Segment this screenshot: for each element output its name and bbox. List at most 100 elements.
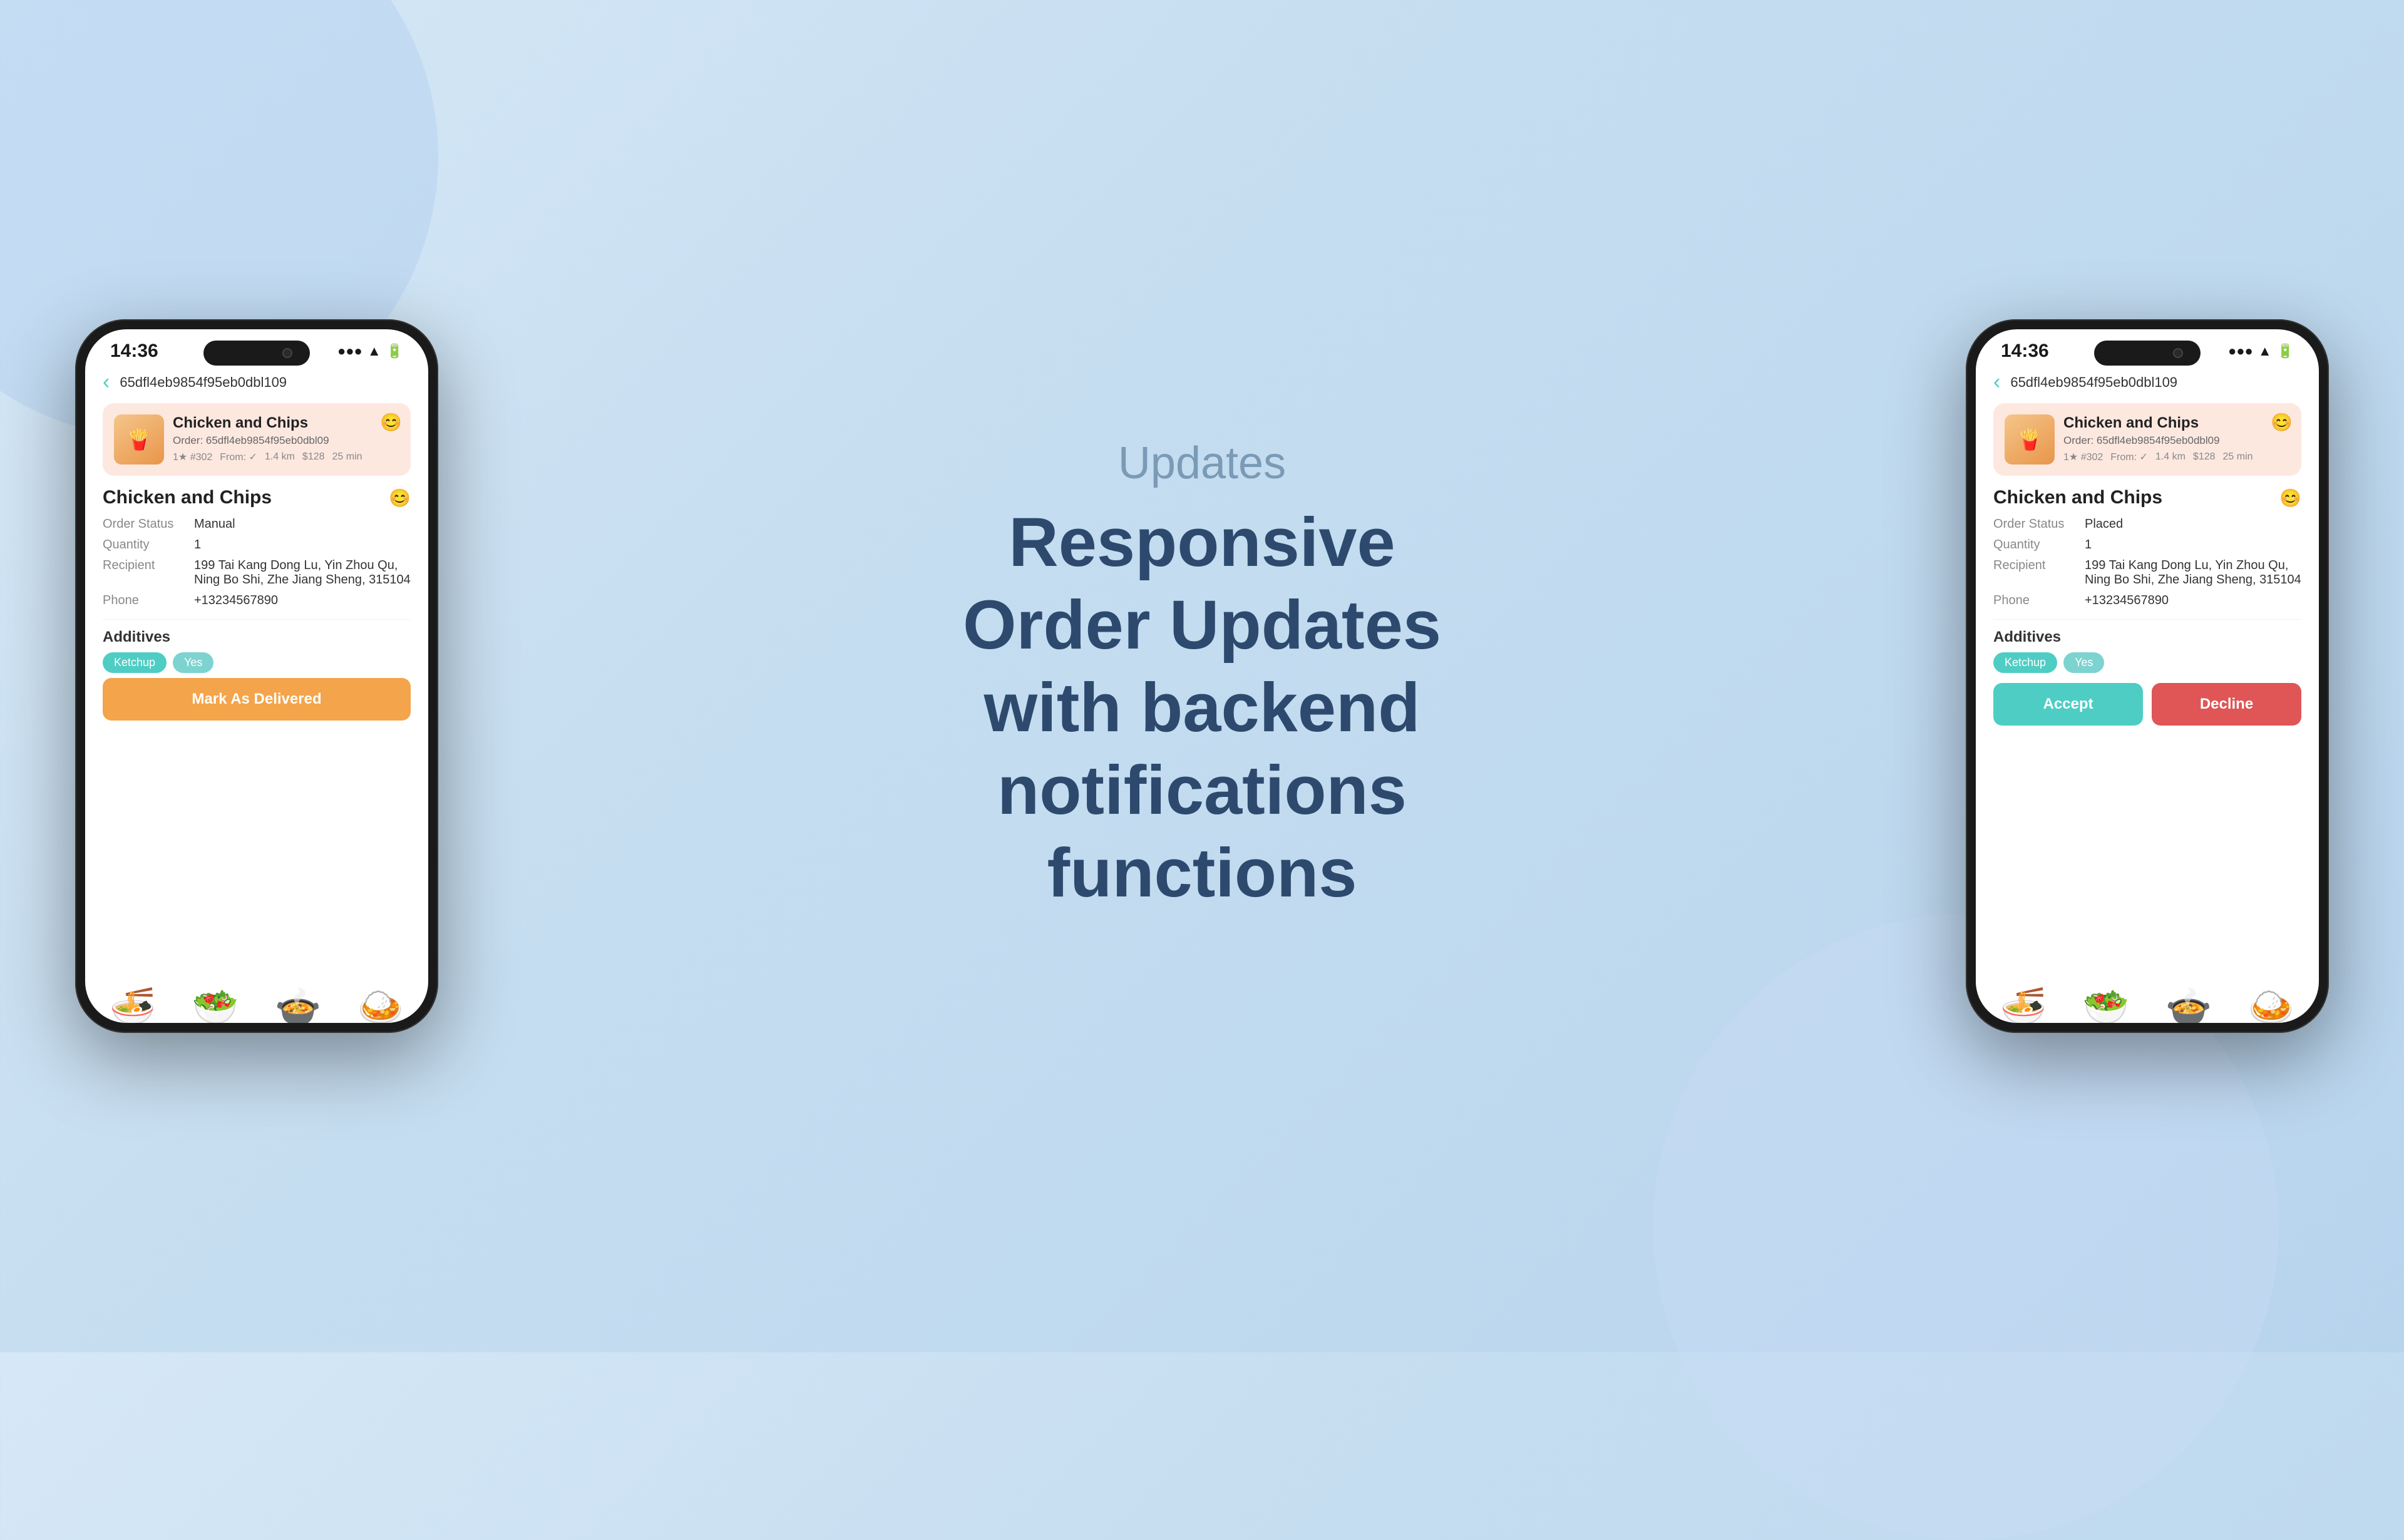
detail-row-status-right: Order Status Placed (1993, 517, 2301, 531)
decline-button[interactable]: Decline (2152, 683, 2301, 726)
tag-ketchup-right: Ketchup (1993, 652, 2057, 673)
food-decorations-left: 🍜 🥗 🍲 🍛 (85, 898, 428, 1023)
order-card-subtitle-right: Order: 65dfl4eb9854f95eb0dbl09 (2063, 434, 2290, 447)
food-thumbnail-left: 🍟 (114, 414, 164, 465)
detail-row-status-left: Order Status Manual (103, 517, 411, 531)
back-button-right[interactable]: ‹ (1993, 370, 2000, 394)
meta-rating-left: 1★ #302 (173, 451, 212, 463)
detail-avatar-left: 😊 (389, 488, 411, 508)
phone-right: 14:36 ●●● ▲ 🔋 ‹ 65dfl4eb9854f95eb0dbl109… (1966, 319, 2329, 1033)
order-card-title-left: Chicken and Chips (173, 414, 399, 432)
meta-from-left: From: ✓ (220, 451, 257, 463)
qty-value-right: 1 (2085, 538, 2301, 552)
status-value-right: Placed (2085, 517, 2301, 531)
dynamic-island-right (2094, 341, 2201, 366)
additives-tags-left: Ketchup Yes (103, 652, 411, 673)
app-content-right: ‹ 65dfl4eb9854f95eb0dbl109 🍟 Chicken and… (1976, 365, 2319, 726)
mark-delivered-button[interactable]: Mark As Delivered (103, 678, 411, 721)
order-card-left: 🍟 Chicken and Chips Order: 65dfl4eb9854f… (103, 403, 411, 476)
food-icon-3: 🍲 (275, 985, 322, 1023)
camera-dot-left (282, 348, 292, 358)
main-heading: Responsive Order Updates with backend no… (920, 501, 1484, 915)
detail-row-recipient-left: Recipient 199 Tai Kang Dong Lu, Yin Zhou… (103, 558, 411, 587)
iphone-screen-left: 14:36 ●●● ▲ 🔋 ‹ 65dfl4eb9854f95eb0dbl109… (85, 329, 428, 1023)
detail-title-left: Chicken and Chips 😊 (103, 487, 411, 508)
food-icon-r1: 🍜 (2000, 985, 2047, 1023)
status-icons-left: ●●● ▲ 🔋 (337, 343, 403, 359)
camera-dot-right (2173, 348, 2183, 358)
meta-distance-right: 1.4 km (2155, 451, 2186, 463)
phone-value-left: +13234567890 (194, 593, 411, 608)
status-label-left: Order Status (103, 517, 184, 531)
recipient-value-right: 199 Tai Kang Dong Lu, Yin Zhou Qu, Ning … (2085, 558, 2301, 587)
detail-row-recipient-right: Recipient 199 Tai Kang Dong Lu, Yin Zhou… (1993, 558, 2301, 587)
meta-distance-left: 1.4 km (265, 451, 295, 463)
tag-yes-right: Yes (2063, 652, 2104, 673)
food-icon-2: 🥗 (192, 985, 239, 1023)
food-decorations-right: 🍜 🥗 🍲 🍛 (1976, 898, 2319, 1023)
meta-price-right: $128 (2193, 451, 2216, 463)
detail-avatar-right: 😊 (2279, 488, 2301, 508)
detail-row-qty-right: Quantity 1 (1993, 538, 2301, 552)
app-content-left: ‹ 65dfl4eb9854f95eb0dbl109 🍟 Chicken and… (85, 365, 428, 721)
meta-from-right: From: ✓ (2110, 451, 2148, 463)
iphone-screen-right: 14:36 ●●● ▲ 🔋 ‹ 65dfl4eb9854f95eb0dbl109… (1976, 329, 2319, 1023)
additives-tags-right: Ketchup Yes (1993, 652, 2301, 673)
recipient-label-right: Recipient (1993, 558, 2075, 587)
order-card-info-right: Chicken and Chips Order: 65dfl4eb9854f95… (2063, 414, 2290, 463)
detail-row-qty-left: Quantity 1 (103, 538, 411, 552)
order-emoji-right: 😊 (2271, 412, 2293, 433)
additives-section-left: Additives Ketchup Yes (103, 629, 411, 673)
recipient-label-left: Recipient (103, 558, 184, 587)
meta-price-left: $128 (302, 451, 325, 463)
updates-label: Updates (920, 438, 1484, 489)
phone-label-right: Phone (1993, 593, 2075, 608)
food-thumbnail-right: 🍟 (2005, 414, 2055, 465)
status-value-left: Manual (194, 517, 411, 531)
dynamic-island-left (203, 341, 310, 366)
order-card-meta-right: 1★ #302 From: ✓ 1.4 km $128 25 min (2063, 451, 2290, 463)
phone-value-right: +13234567890 (2085, 593, 2301, 608)
additives-label-right: Additives (1993, 629, 2301, 646)
order-card-right: 🍟 Chicken and Chips Order: 65dfl4eb9854f… (1993, 403, 2301, 476)
phone-left: 14:36 ●●● ▲ 🔋 ‹ 65dfl4eb9854f95eb0dbl109… (75, 319, 438, 1033)
meta-time-left: 25 min (332, 451, 362, 463)
tag-yes-left: Yes (173, 652, 213, 673)
order-card-meta-left: 1★ #302 From: ✓ 1.4 km $128 25 min (173, 451, 399, 463)
food-icon-4: 🍛 (357, 985, 404, 1023)
qty-label-left: Quantity (103, 538, 184, 552)
order-card-title-right: Chicken and Chips (2063, 414, 2290, 432)
order-card-info-left: Chicken and Chips Order: 65dfl4eb9854f95… (173, 414, 399, 463)
iphone-frame-right: 14:36 ●●● ▲ 🔋 ‹ 65dfl4eb9854f95eb0dbl109… (1966, 319, 2329, 1033)
divider-right (1993, 619, 2301, 620)
status-icons-right: ●●● ▲ 🔋 (2228, 343, 2294, 359)
center-content: Updates Responsive Order Updates with ba… (920, 438, 1484, 915)
additives-section-right: Additives Ketchup Yes (1993, 629, 2301, 673)
back-button-left[interactable]: ‹ (103, 370, 110, 394)
detail-section-left: Chicken and Chips 😊 Order Status Manual … (103, 487, 411, 608)
qty-label-right: Quantity (1993, 538, 2075, 552)
phone-label-left: Phone (103, 593, 184, 608)
app-header-left: ‹ 65dfl4eb9854f95eb0dbl109 (103, 365, 411, 403)
status-label-right: Order Status (1993, 517, 2075, 531)
accept-button[interactable]: Accept (1993, 683, 2143, 726)
divider-left (103, 619, 411, 620)
additives-label-left: Additives (103, 629, 411, 646)
action-buttons-right: Accept Decline (1993, 678, 2301, 726)
time-right: 14:36 (2001, 341, 2049, 362)
order-card-subtitle-left: Order: 65dfl4eb9854f95eb0dbl09 (173, 434, 399, 447)
qty-value-left: 1 (194, 538, 411, 552)
order-id-right: 65dfl4eb9854f95eb0dbl109 (2010, 374, 2177, 391)
detail-section-right: Chicken and Chips 😊 Order Status Placed … (1993, 487, 2301, 608)
iphone-frame-left: 14:36 ●●● ▲ 🔋 ‹ 65dfl4eb9854f95eb0dbl109… (75, 319, 438, 1033)
food-icon-r4: 🍛 (2248, 985, 2295, 1023)
order-emoji-left: 😊 (380, 412, 402, 433)
meta-rating-right: 1★ #302 (2063, 451, 2103, 463)
recipient-value-left: 199 Tai Kang Dong Lu, Yin Zhou Qu, Ning … (194, 558, 411, 587)
tag-ketchup-left: Ketchup (103, 652, 167, 673)
meta-time-right: 25 min (2223, 451, 2253, 463)
food-icon-r3: 🍲 (2165, 985, 2212, 1023)
app-header-right: ‹ 65dfl4eb9854f95eb0dbl109 (1993, 365, 2301, 403)
detail-title-right: Chicken and Chips 😊 (1993, 487, 2301, 508)
time-left: 14:36 (110, 341, 158, 362)
